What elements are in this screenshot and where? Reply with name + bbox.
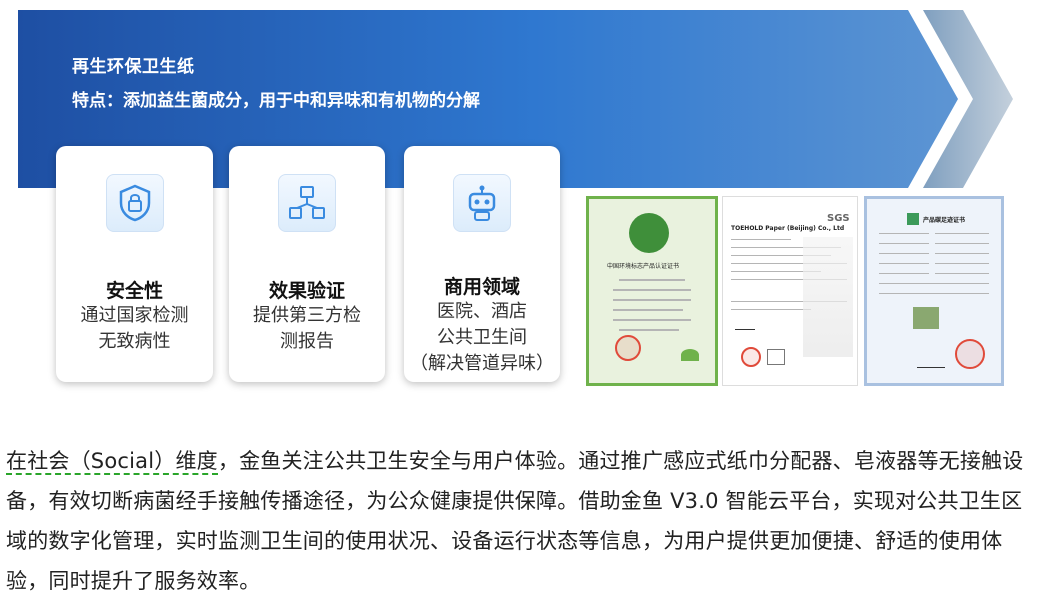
robot-icon [453,174,511,232]
blue-certificate-image: 产品碳足迹证书 [864,196,1004,386]
card-text: 通过国家检测 [80,305,189,326]
shield-lock-icon [105,174,164,232]
banner-subtitle: 特点：添加益生菌成分，用于中和异味和有机物的分解 [72,91,480,111]
card-text: 无致病性 [98,331,171,352]
card-title: 商用领域 [443,276,520,298]
red-stamp-icon [615,335,641,361]
card-text: 提供第三方检 [253,305,361,326]
signature-mark [917,357,945,368]
highlighted-phrase: 在社会（Social）维度 [6,449,218,475]
feature-card-verification: 效果验证 提供第三方检 测报告 [229,146,385,382]
product-photo [913,307,939,329]
badge-logo-icon [907,213,919,225]
sgs-report-image: SGS TOEHOLD Paper (Beijing) Co., Ltd [722,196,858,386]
feature-card-safety: 安全性 通过国家检测 无致病性 [56,146,213,382]
signature-mark [735,319,755,330]
qr-icon [767,349,785,365]
sgs-brand: SGS [827,213,850,224]
card-title: 效果验证 [268,280,345,302]
body-paragraph: 在社会（Social）维度，金鱼关注公共卫生安全与用户体验。通过推广感应式纸巾分… [6,441,1036,601]
banner-title: 再生环保卫生纸 [72,57,195,77]
green-certificate-image: 中国环境标志产品认证证书 [586,196,718,386]
red-stamp-icon [955,339,985,369]
card-text: （解决管道异味） [410,353,554,374]
certificate-heading: 中国环境标志产品认证证书 [607,263,680,270]
certificate-heading: 产品碳足迹证书 [923,217,966,224]
certificate-heading: TOEHOLD Paper (Beijing) Co., Ltd [731,225,845,232]
red-stamp-icon [741,347,761,367]
card-text: 公共卫生间 [437,327,527,348]
feature-card-application: 商用领域 医院、酒店 公共卫生间 （解决管道异味） [404,146,560,382]
card-title: 安全性 [105,280,163,302]
green-mark-icon [681,349,699,361]
molecule-cubes-icon [278,174,336,232]
eco-logo-icon [629,213,669,253]
card-text: 医院、酒店 [437,301,527,322]
card-text: 测报告 [280,331,334,352]
